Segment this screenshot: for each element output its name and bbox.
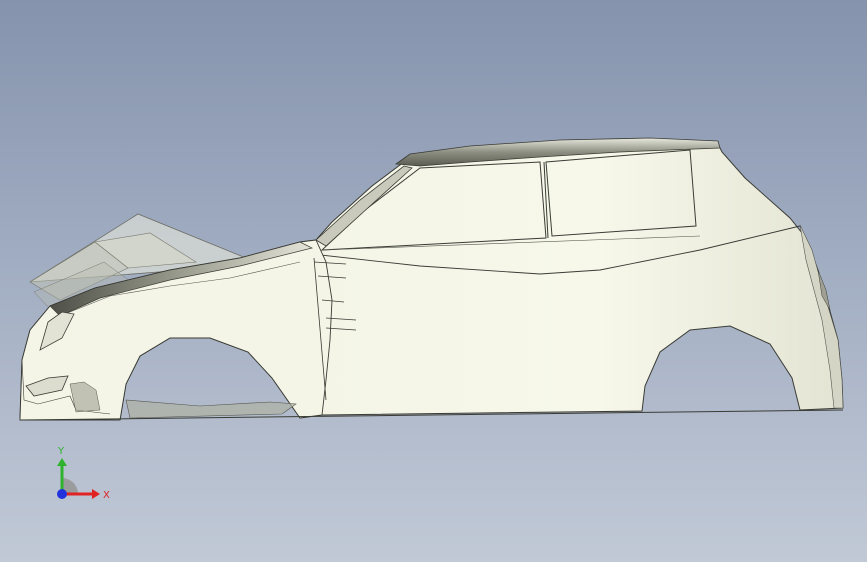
front-sill-panel [125, 399, 297, 419]
z-axis-dot [57, 489, 67, 499]
cad-3d-viewport[interactable]: Y X [0, 0, 867, 562]
car-body-model[interactable] [0, 0, 867, 562]
coordinate-triad: Y X [57, 446, 110, 501]
x-axis-label: X [103, 490, 110, 501]
y-axis-label: Y [57, 446, 65, 457]
